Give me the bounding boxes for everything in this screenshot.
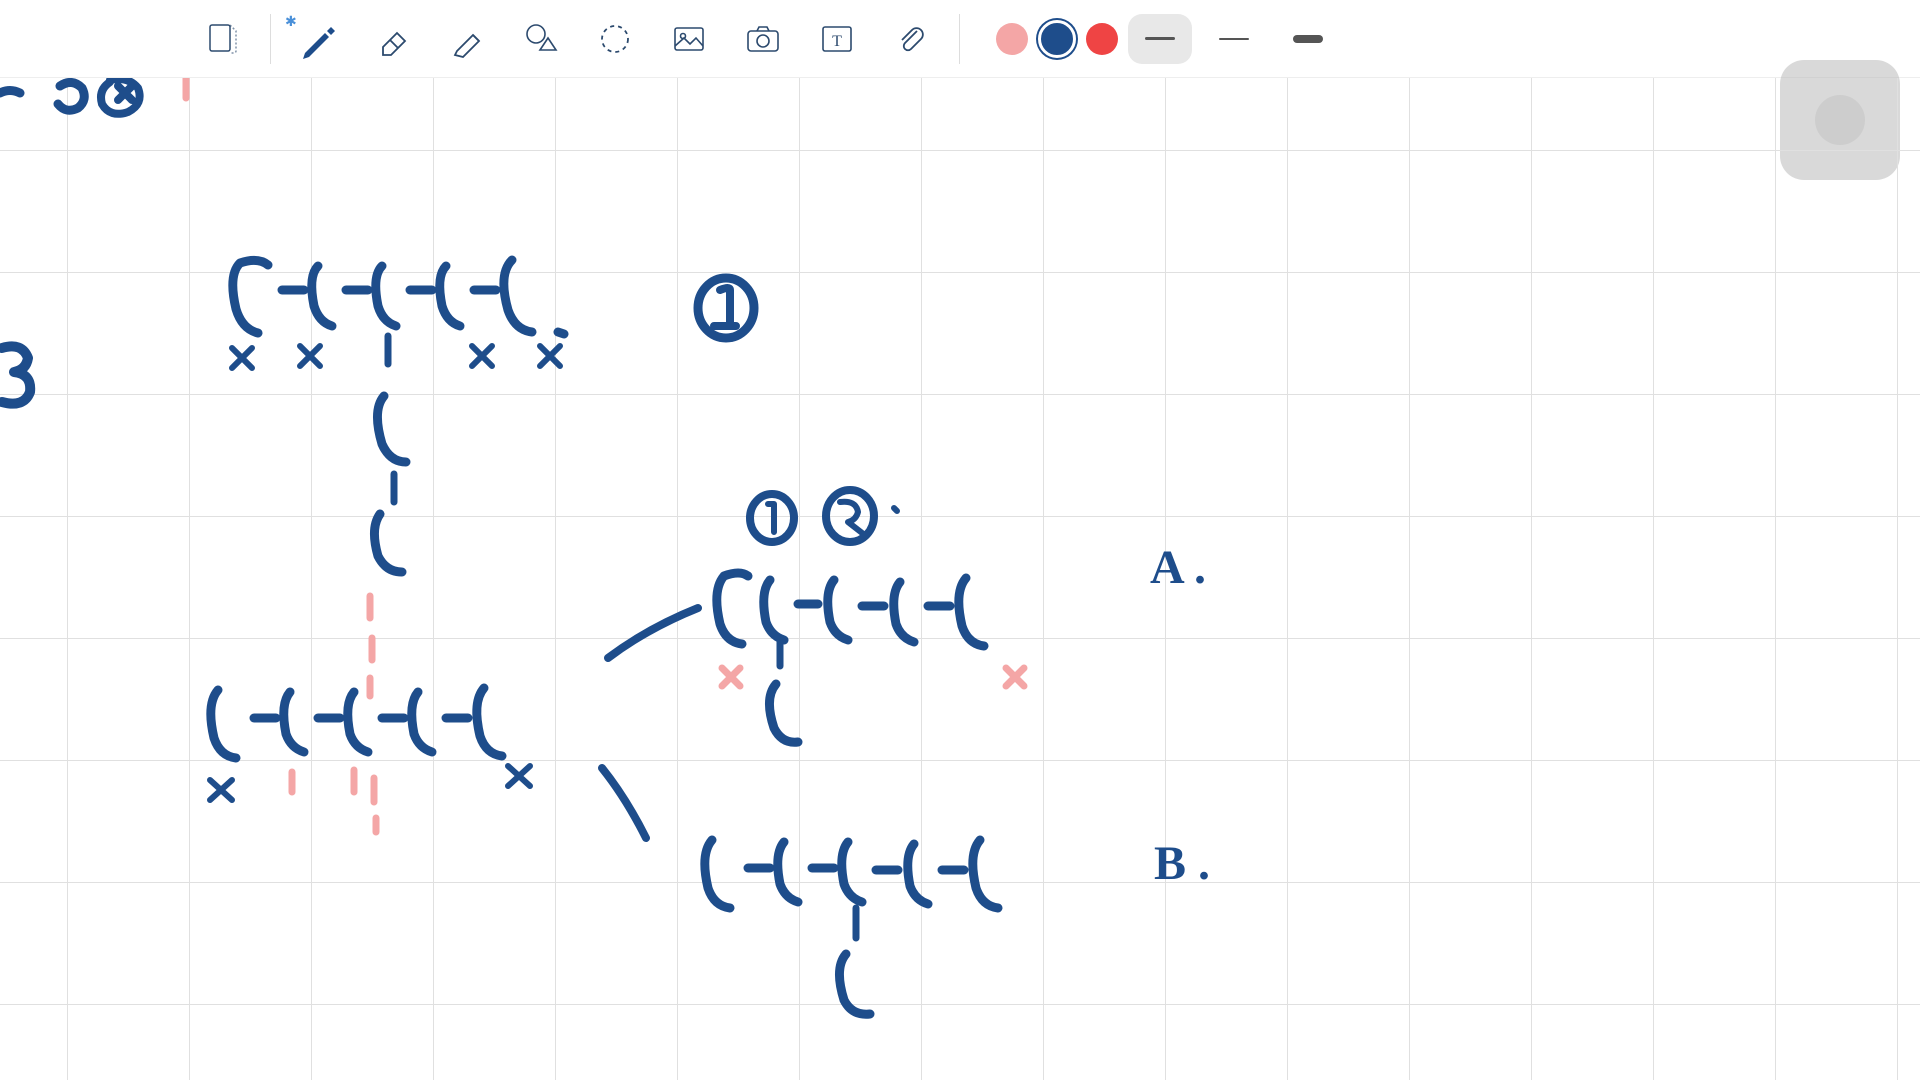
stroke-medium[interactable]	[1128, 14, 1192, 64]
label-B: B .	[1154, 836, 1210, 891]
page-view-tool[interactable]	[190, 7, 254, 71]
svg-text:T: T	[832, 33, 842, 50]
drawing-canvas[interactable]: A . B .	[0, 78, 1920, 1080]
lasso-tool[interactable]	[583, 7, 647, 71]
toolbar: ✱	[0, 0, 1920, 78]
eraser-tool[interactable]	[361, 7, 425, 71]
color-pink[interactable]	[996, 23, 1028, 55]
toolbar-divider	[959, 14, 960, 64]
image-tool[interactable]	[657, 7, 721, 71]
bluetooth-icon: ✱	[285, 13, 297, 30]
camera-tool[interactable]	[731, 7, 795, 71]
handwriting-layer	[0, 78, 1920, 1080]
color-red[interactable]	[1086, 23, 1118, 55]
highlighter-tool[interactable]	[435, 7, 499, 71]
shapes-tool[interactable]	[509, 7, 573, 71]
attachment-tool[interactable]	[879, 7, 943, 71]
text-tool[interactable]: T	[805, 7, 869, 71]
stroke-thick[interactable]	[1276, 14, 1340, 64]
toolbar-divider	[270, 14, 271, 64]
color-blue-selected[interactable]	[1038, 20, 1076, 58]
label-A: A .	[1150, 540, 1206, 595]
stroke-thin[interactable]	[1202, 14, 1266, 64]
